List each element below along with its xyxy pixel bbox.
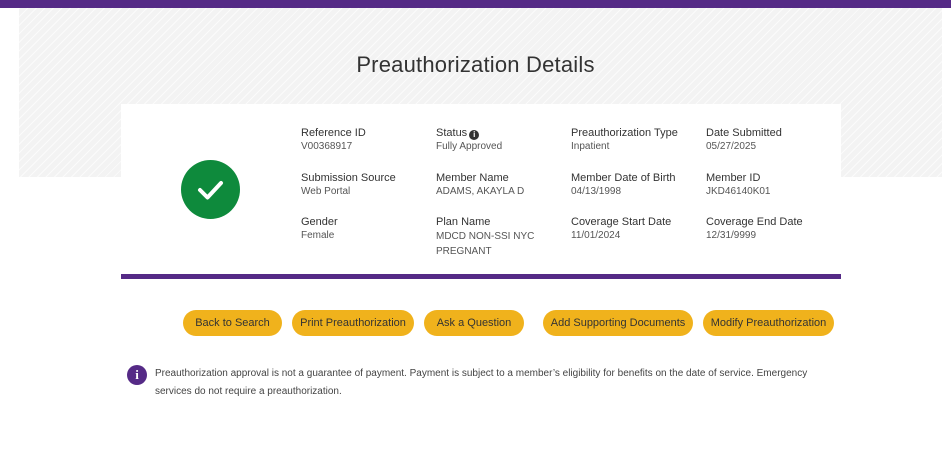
field-label: Member Name	[436, 172, 509, 184]
field-label: Reference ID	[301, 127, 366, 139]
field-value: 05/27/2025	[706, 141, 757, 152]
payment-notice: Preauthorization approval is not a guara…	[155, 368, 808, 397]
back-to-search-button[interactable]: Back to Search	[183, 310, 282, 336]
field-gender: Gender Female	[301, 216, 338, 242]
field-label: Plan Name	[436, 216, 491, 228]
field-coverage-start: Coverage Start Date 11/01/2024	[571, 216, 671, 242]
add-supporting-documents-button[interactable]: Add Supporting Documents	[543, 310, 693, 336]
page-title: Preauthorization Details	[356, 52, 595, 77]
field-label: Gender	[301, 216, 338, 228]
field-value: Web Portal	[301, 186, 351, 197]
field-member-name: Member Name ADAMS, AKAYLA D	[436, 172, 524, 198]
field-label: Member Date of Birth	[571, 172, 676, 184]
field-coverage-end: Coverage End Date 12/31/9999	[706, 216, 803, 242]
field-value: 11/01/2024	[571, 230, 621, 241]
modify-preauthorization-button[interactable]: Modify Preauthorization	[703, 310, 834, 336]
field-value: 12/31/9999	[706, 230, 757, 241]
field-reference-id: Reference ID V00368917	[301, 127, 366, 153]
info-icon[interactable]: i	[469, 130, 480, 140]
checkmark-icon	[198, 181, 223, 200]
field-plan-name: Plan Name MDCD NON-SSI NYC PREGNANT	[436, 216, 556, 259]
field-date-submitted: Date Submitted 05/27/2025	[706, 127, 782, 153]
field-label: Coverage End Date	[706, 216, 803, 228]
card-accent-bar	[121, 274, 841, 279]
info-icon: i	[127, 365, 147, 385]
field-label: Date Submitted	[706, 127, 782, 139]
field-label: Status	[436, 127, 468, 139]
field-status: Status i Fully Approved	[436, 127, 502, 153]
field-value: V00368917	[301, 141, 353, 152]
field-value: Female	[301, 230, 335, 241]
field-value: MDCD NON-SSI NYC PREGNANT	[436, 231, 535, 257]
field-preauth-type: Preauthorization Type Inpatient	[571, 127, 678, 153]
field-value: ADAMS, AKAYLA D	[436, 186, 525, 197]
check-circle-icon	[181, 160, 240, 219]
field-value: Inpatient	[571, 141, 610, 152]
field-submission-source: Submission Source Web Portal	[301, 172, 396, 198]
field-value: Fully Approved	[436, 141, 503, 152]
field-member-dob: Member Date of Birth 04/13/1998	[571, 172, 676, 198]
field-label: Submission Source	[301, 172, 396, 184]
top-brand-bar	[0, 0, 951, 8]
field-label: Coverage Start Date	[571, 216, 672, 228]
field-label: Member ID	[706, 172, 761, 184]
field-value: JKD46140K01	[706, 186, 771, 197]
ask-question-button[interactable]: Ask a Question	[424, 310, 524, 336]
field-member-id: Member ID JKD46140K01	[706, 172, 771, 198]
field-label: Preauthorization Type	[571, 127, 678, 139]
print-preauthorization-button[interactable]: Print Preauthorization	[292, 310, 414, 336]
field-value: 04/13/1998	[571, 186, 622, 197]
